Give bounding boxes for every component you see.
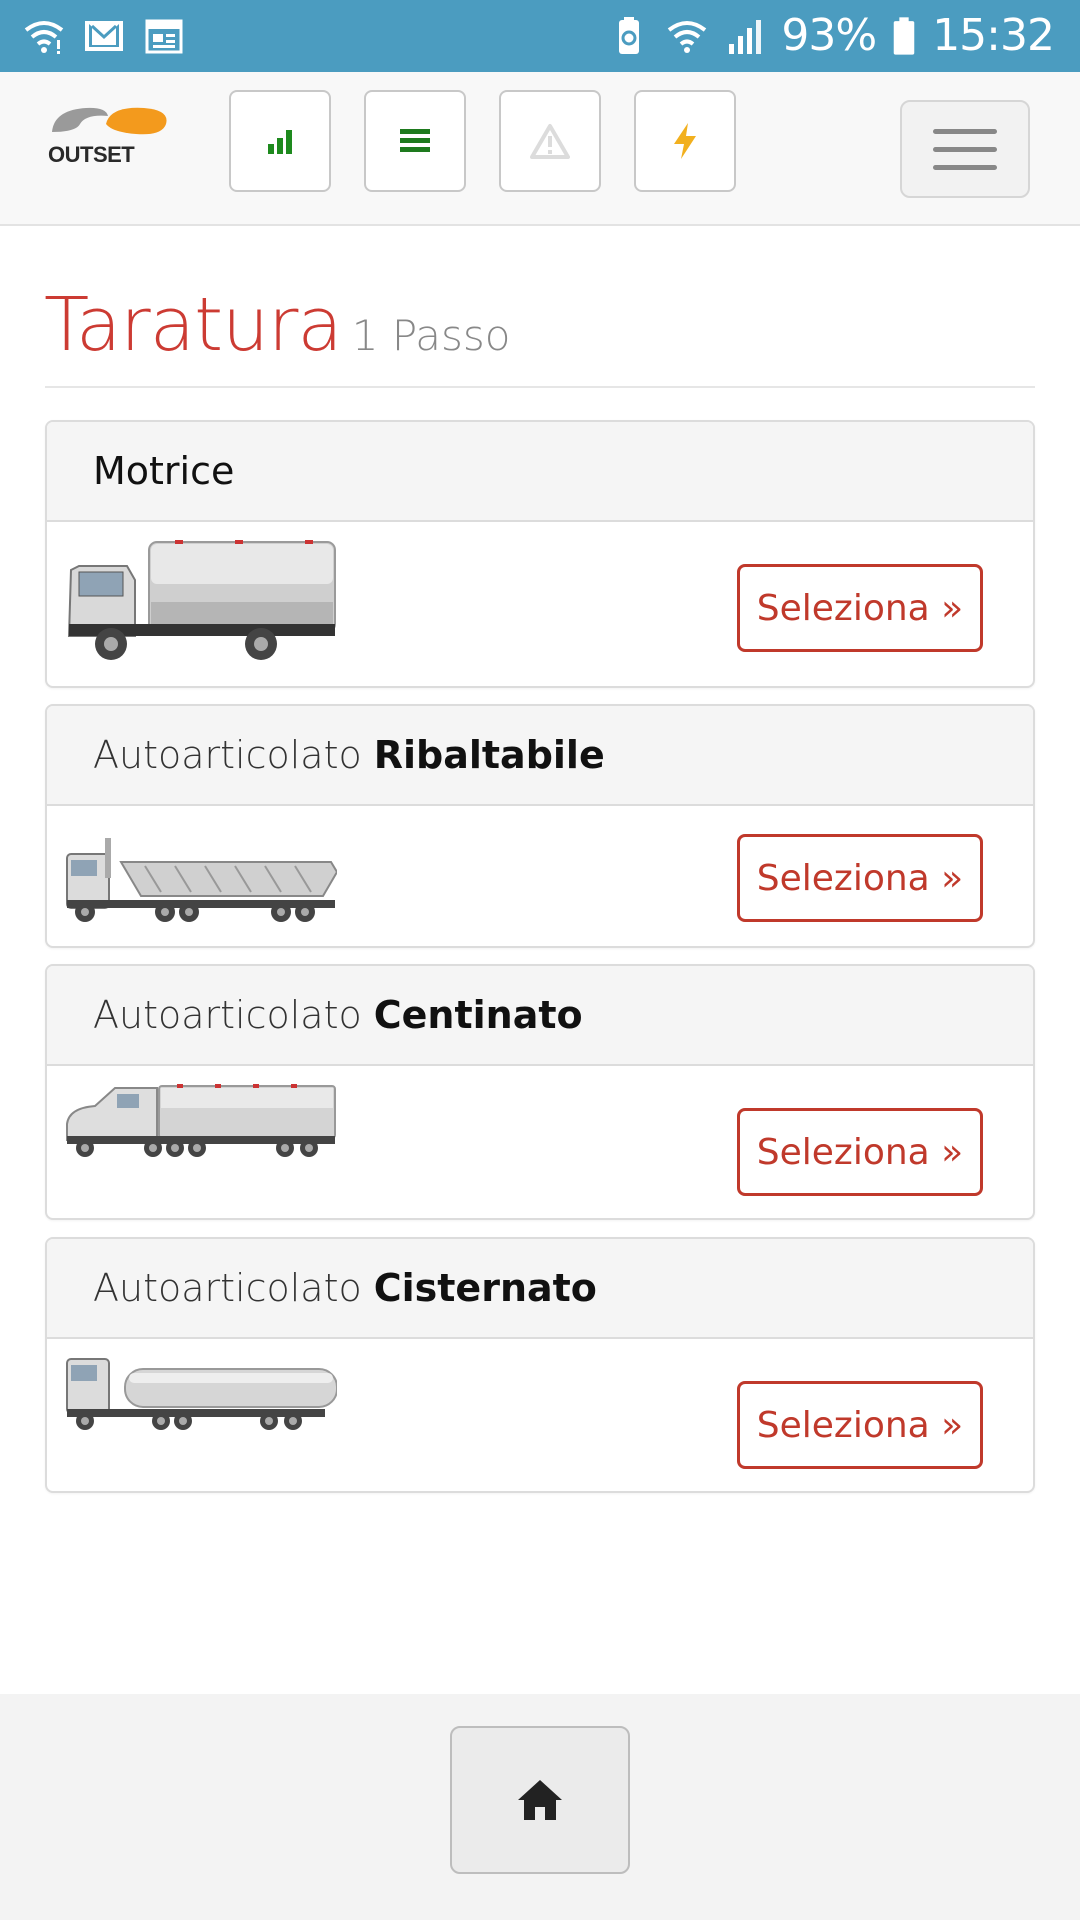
hamburger-bar	[933, 164, 997, 170]
select-centinato-button[interactable]: Seleziona »	[737, 1108, 983, 1196]
battery-saver-icon	[619, 17, 640, 54]
page-title: Taratura 1 Passo	[44, 282, 510, 368]
panel-body: Seleziona »	[47, 1339, 1033, 1491]
select-cisternato-button[interactable]: Seleziona »	[737, 1381, 983, 1469]
vehicle-name: Centinato	[373, 993, 583, 1037]
panel-heading: Autoarticolato Ribaltabile	[47, 706, 1033, 806]
home-button[interactable]	[450, 1726, 630, 1874]
lightning-icon	[674, 123, 696, 159]
select-ribaltabile-button[interactable]: Seleziona »	[737, 834, 983, 922]
panel-heading: Autoarticolato Cisternato	[47, 1239, 1033, 1339]
vehicle-panel-motrice: Motrice Seleziona »	[45, 420, 1035, 688]
hamburger-menu-button[interactable]	[900, 100, 1030, 198]
vehicle-panel-ribaltabile: Autoarticolato Ribaltabile Seleziona »	[45, 704, 1035, 948]
calendar-icon	[145, 19, 183, 54]
navbar: OUTSET	[0, 72, 1080, 226]
vehicle-name: Ribaltabile	[373, 733, 605, 777]
vehicle-prefix: Autoarticolato	[93, 1266, 362, 1310]
wifi-icon	[668, 21, 707, 53]
signal-bars-icon	[268, 130, 292, 154]
vehicle-panel-centinato: Autoarticolato Centinato Seleziona »	[45, 964, 1035, 1220]
alerts-button[interactable]	[499, 90, 601, 192]
page-subtitle: 1 Passo	[351, 311, 511, 360]
vehicle-name: Motrice	[93, 449, 235, 493]
panel-body: Seleziona »	[47, 1066, 1033, 1218]
clock: 15:32	[932, 10, 1055, 61]
page-title-text: Taratura	[44, 282, 343, 368]
select-motrice-button[interactable]: Seleziona »	[737, 564, 983, 652]
status-bar: 93% 15:32	[0, 0, 1080, 72]
curtain-truck-icon	[66, 1084, 336, 1157]
hamburger-bar	[933, 146, 997, 152]
panel-body: Seleziona »	[47, 806, 1033, 946]
wifi-icon	[24, 21, 64, 54]
list-button[interactable]	[364, 90, 466, 192]
battery-icon	[893, 17, 915, 55]
tipper-truck-icon	[66, 838, 337, 922]
title-divider	[45, 386, 1035, 388]
panel-body: Seleziona »	[47, 522, 1033, 686]
vehicle-prefix: Autoarticolato	[93, 993, 362, 1037]
outset-logo[interactable]: OUTSET	[46, 102, 170, 170]
panel-heading: Autoarticolato Centinato	[47, 966, 1033, 1066]
warning-icon	[530, 124, 570, 159]
hamburger-bar	[933, 128, 997, 134]
list-icon	[400, 129, 430, 152]
svg-text:OUTSET: OUTSET	[48, 142, 135, 167]
signal-icon	[729, 20, 762, 54]
power-button[interactable]	[634, 90, 736, 192]
vehicle-prefix: Autoarticolato	[93, 733, 362, 777]
footer	[0, 1694, 1080, 1920]
vehicle-name: Cisternato	[373, 1266, 597, 1310]
tanker-truck-icon	[66, 1358, 337, 1430]
battery-percent: 93%	[781, 10, 877, 61]
gmail-icon	[85, 21, 123, 51]
rigid-truck-icon	[67, 540, 336, 660]
home-icon	[518, 1780, 562, 1820]
vehicle-panel-cisternato: Autoarticolato Cisternato Seleziona »	[45, 1237, 1035, 1493]
panel-heading: Motrice	[47, 422, 1033, 522]
stats-button[interactable]	[229, 90, 331, 192]
